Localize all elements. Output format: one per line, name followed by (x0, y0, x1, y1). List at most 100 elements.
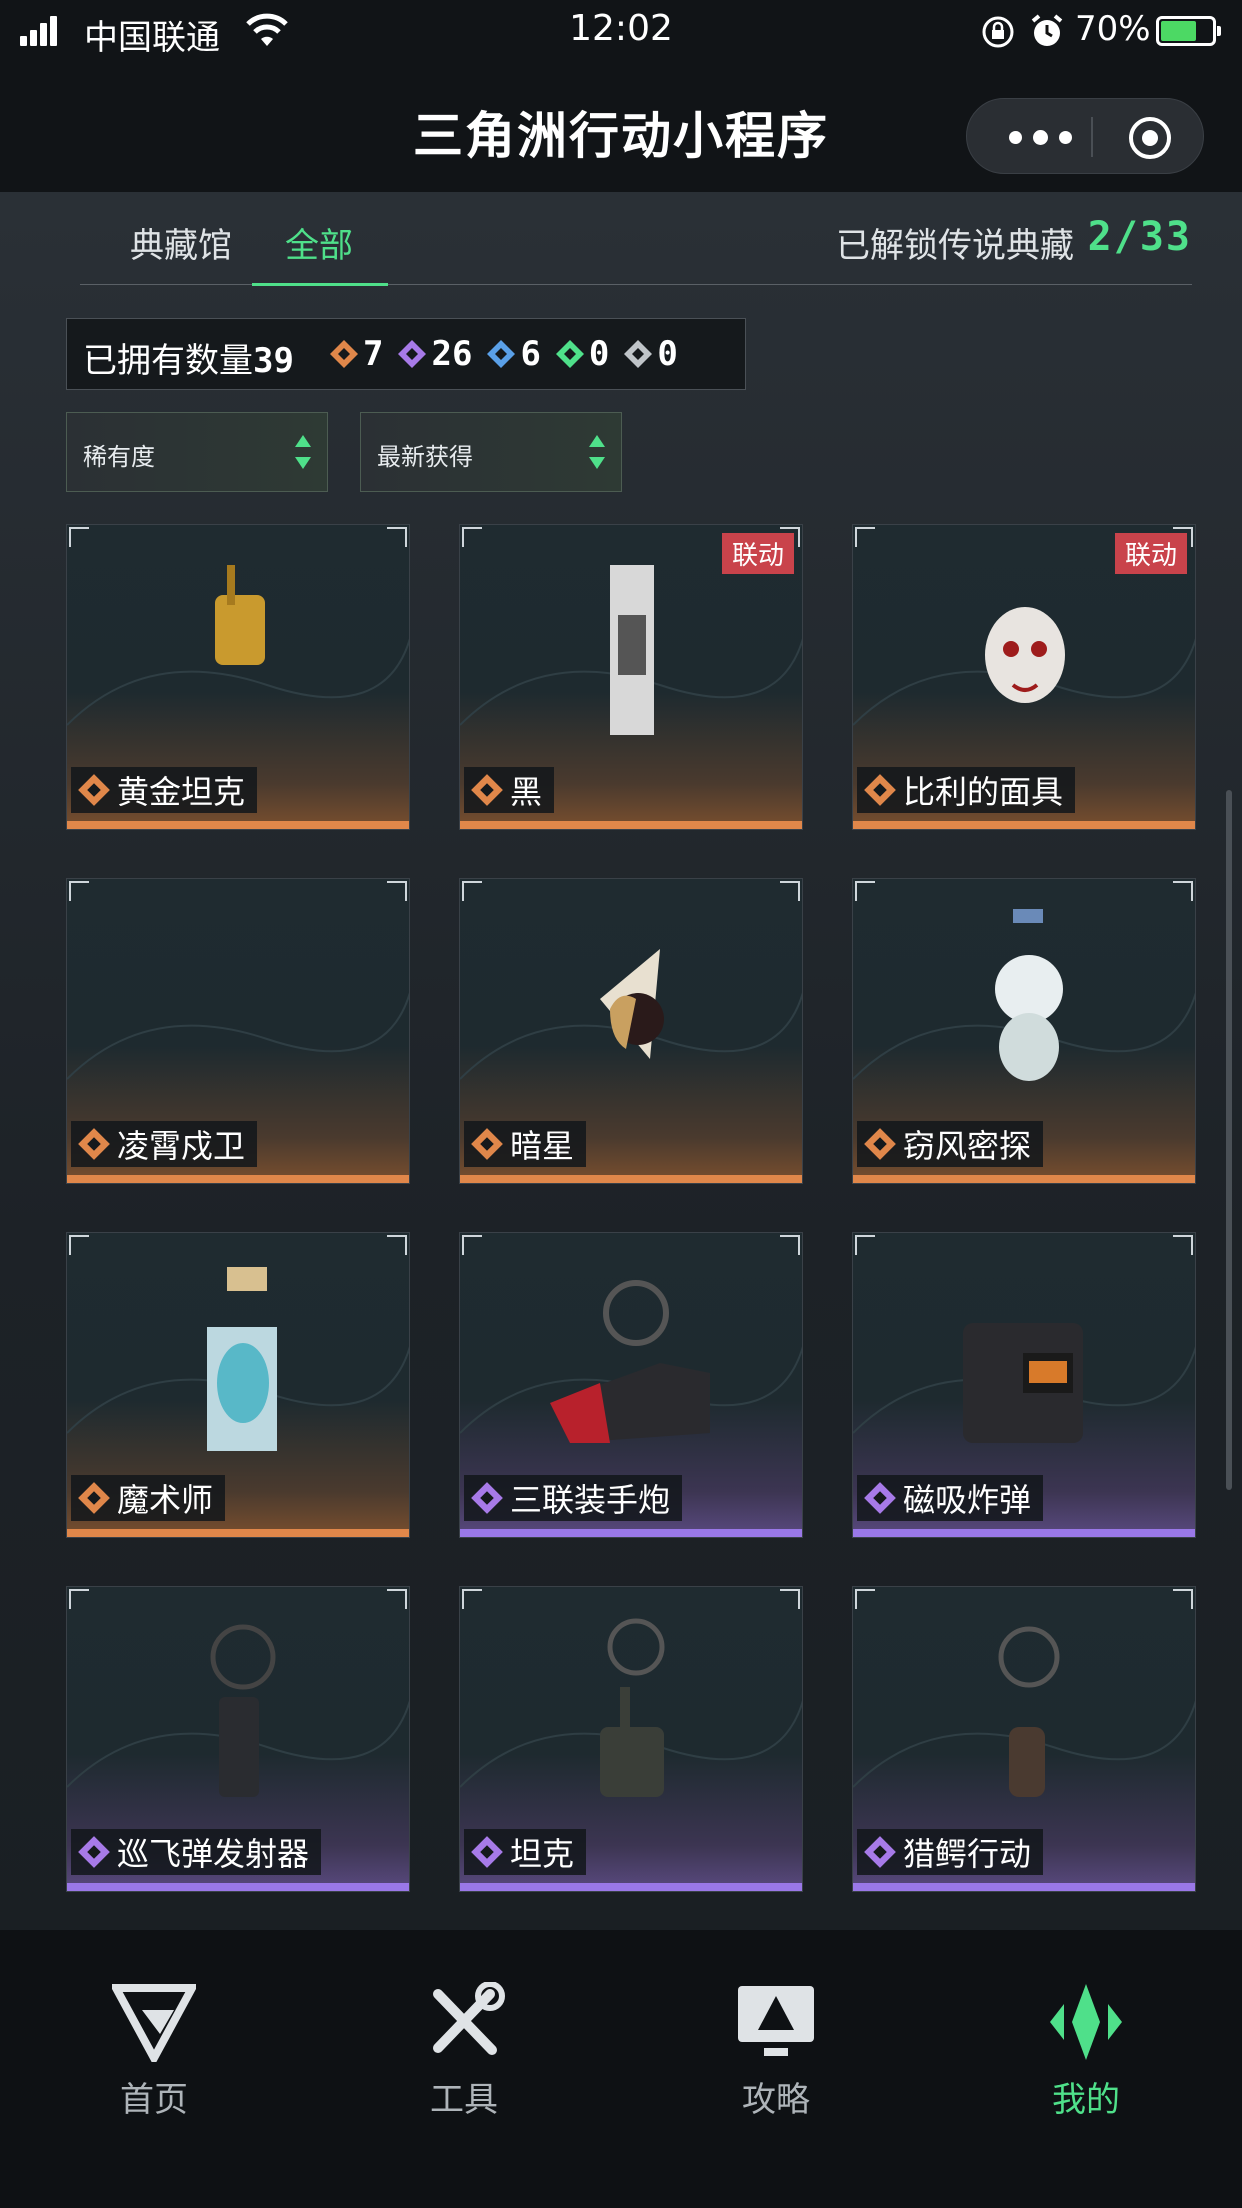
nav-mine[interactable]: 我的 (986, 1982, 1186, 2121)
card-name-tag: 猎鳄行动 (857, 1829, 1044, 1875)
owned-label: 已拥有数量39 (83, 341, 294, 381)
orange-diamond-icon (330, 340, 358, 368)
purple-diamond-icon (78, 1836, 110, 1868)
rarity-count-value: 6 (520, 334, 541, 374)
keychain-art (67, 1267, 409, 1451)
rarity-count-value: 7 (363, 334, 384, 374)
scrollbar[interactable] (1226, 790, 1232, 1490)
rarity-bar (853, 1883, 1195, 1891)
sort-rarity-dropdown[interactable]: 稀有度 (66, 412, 328, 492)
legend-unlock-count: 2/33 (1087, 214, 1192, 260)
card-corner (387, 527, 407, 547)
rarity-bar (853, 821, 1195, 829)
collection-card[interactable]: 窃风密探 (852, 878, 1196, 1184)
collab-badge: 联动 (721, 533, 794, 574)
card-name: 窃风密探 (903, 1127, 1032, 1165)
keychain-art (460, 1280, 802, 1443)
keychain-art (67, 992, 409, 1080)
card-name: 猎鳄行动 (903, 1835, 1032, 1873)
collection-card[interactable]: 凌霄戍卫 (66, 878, 410, 1184)
rarity-count: 6 (486, 334, 541, 374)
card-name-tag: 暗星 (464, 1121, 587, 1167)
rarity-counts: 7 26 6 0 0 (329, 331, 678, 377)
collection-card[interactable]: 联动 比利的面具 (852, 524, 1196, 830)
legend-unlock-label: 已解锁传说典藏 (836, 226, 1074, 266)
sort-arrows-icon (295, 435, 311, 469)
rarity-count: 0 (555, 334, 609, 374)
nav-home[interactable]: 首页 (54, 1982, 254, 2121)
collection-card[interactable]: 联动黑 (459, 524, 803, 830)
card-corner (69, 881, 89, 901)
mine-delta-icon (1050, 1984, 1122, 2060)
card-corner (462, 1235, 482, 1255)
blue-diamond-icon (487, 340, 516, 368)
orange-diamond-icon (471, 774, 503, 806)
nav-guide[interactable]: 攻略 (676, 1982, 876, 2121)
rarity-bar (853, 1529, 1195, 1537)
rotation-lock-icon (982, 16, 1014, 48)
nav-tools[interactable]: 工具 (364, 1982, 564, 2121)
card-name-tag: 魔术师 (71, 1475, 226, 1521)
card-name: 魔术师 (117, 1481, 214, 1519)
card-corner (855, 1589, 875, 1609)
card-name-tag: 三联装手炮 (464, 1475, 683, 1521)
collection-card[interactable]: 巡飞弹发射器 (66, 1586, 410, 1892)
card-corner (69, 527, 89, 547)
card-name: 坦克 (510, 1835, 575, 1873)
collection-card[interactable]: 暗星 (459, 878, 803, 1184)
rarity-bar (460, 1529, 802, 1537)
alarm-icon (1031, 14, 1063, 46)
collection-card[interactable]: 坦克 (459, 1586, 803, 1892)
gray-diamond-icon (624, 340, 653, 368)
rarity-bar (460, 1883, 802, 1891)
collection-card[interactable]: 魔术师 (66, 1232, 410, 1538)
monitor-guide-icon (738, 1986, 814, 2056)
card-corner (855, 527, 875, 547)
orange-diamond-icon (78, 1128, 110, 1160)
sort-newest-label: 最新获得 (377, 443, 473, 471)
collection-card[interactable]: 三联装手炮 (459, 1232, 803, 1538)
rarity-count-value: 26 (431, 334, 473, 374)
tab-bar: 典藏馆 全部 已解锁传说典藏 2/33 (80, 192, 1192, 286)
more-dots-icon[interactable] (995, 121, 1085, 153)
card-name: 黑 (510, 773, 543, 811)
capsule-divider (1091, 117, 1093, 157)
card-corner (780, 1589, 800, 1609)
collection-card[interactable]: 黄金坦克 (66, 524, 410, 830)
card-corner (387, 881, 407, 901)
rarity-bar (460, 1175, 802, 1183)
card-name-tag: 窃风密探 (857, 1121, 1044, 1167)
card-corner (387, 1235, 407, 1255)
rarity-count-value: 0 (657, 334, 678, 374)
card-name-tag: 凌霄戍卫 (71, 1121, 258, 1167)
card-name: 凌霄戍卫 (117, 1127, 246, 1165)
sort-newest-dropdown[interactable]: 最新获得 (360, 412, 622, 492)
mini-program-capsule (966, 98, 1204, 174)
tab-all[interactable]: 全部 (285, 218, 353, 267)
card-corner (69, 1589, 89, 1609)
rarity-bar (460, 821, 802, 829)
card-name-tag: 巡飞弹发射器 (71, 1829, 322, 1875)
collection-card[interactable]: 猎鳄行动 (852, 1586, 1196, 1892)
tools-icon (433, 1982, 505, 2055)
rarity-bar (67, 821, 409, 829)
card-name: 巡飞弹发射器 (117, 1835, 310, 1873)
tab-museum[interactable]: 典藏馆 (130, 218, 232, 267)
card-corner (1173, 1589, 1193, 1609)
card-name: 比利的面具 (903, 773, 1064, 811)
purple-diamond-icon (398, 340, 427, 368)
target-close-icon[interactable] (1127, 115, 1173, 161)
card-name-tag: 磁吸炸弹 (857, 1475, 1044, 1521)
collection-card[interactable]: 磁吸炸弹 (852, 1232, 1196, 1538)
delta-logo-icon (112, 1984, 196, 2062)
orange-diamond-icon (864, 1128, 896, 1160)
nav-tools-label: 工具 (430, 2080, 498, 2120)
card-corner (780, 881, 800, 901)
card-name-tag: 比利的面具 (857, 767, 1076, 813)
nav-mine-label: 我的 (1052, 2080, 1120, 2120)
card-corner (387, 1589, 407, 1609)
rarity-bar (853, 1175, 1195, 1183)
card-name-tag: 黄金坦克 (71, 767, 258, 813)
keychain-art (460, 1618, 802, 1797)
rarity-bar (67, 1175, 409, 1183)
